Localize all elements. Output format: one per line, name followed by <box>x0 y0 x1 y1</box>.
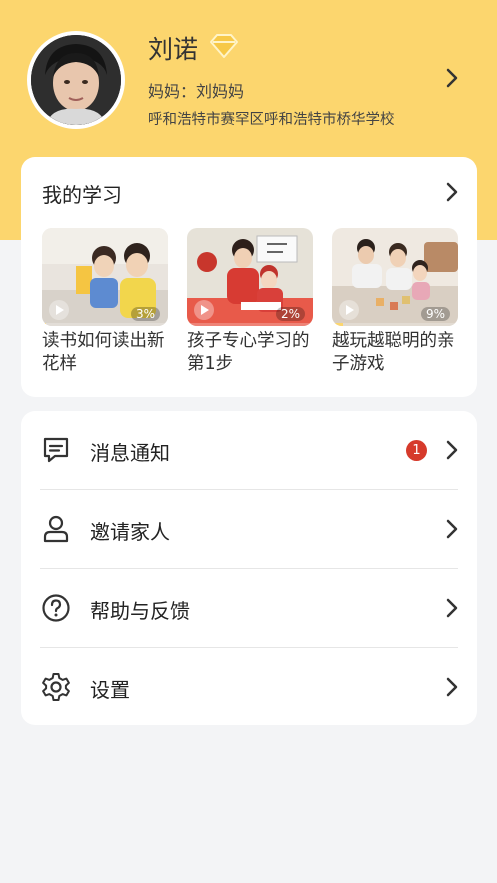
chevron-right-icon[interactable] <box>440 66 464 90</box>
person-icon <box>43 515 69 543</box>
course-thumbnail[interactable]: 9% <box>332 228 458 326</box>
progress-fill <box>42 323 46 326</box>
progress-percent: 9% <box>420 307 450 321</box>
play-icon[interactable] <box>194 300 214 320</box>
help-icon <box>42 594 70 622</box>
chevron-right-icon[interactable] <box>440 438 464 462</box>
course-title: 读书如何读出新花样 <box>42 331 165 374</box>
user-school: 呼和浩特市赛罕区呼和浩特市桥华学校 <box>148 112 395 128</box>
course-title: 孩子专心学习的第1步 <box>187 331 310 374</box>
play-icon[interactable] <box>49 300 69 320</box>
chevron-right-icon[interactable] <box>440 517 464 541</box>
progress-percent: 2% <box>275 307 305 321</box>
course-item[interactable]: 3% 读书如何读出新花样 <box>42 228 168 376</box>
menu-label: 设置 <box>90 678 130 702</box>
course-title: 越玩越聪明的亲子游戏 <box>332 331 455 374</box>
menu-label: 消息通知 <box>90 441 170 465</box>
menu-label: 帮助与反馈 <box>90 599 190 623</box>
user-name: 刘诺 <box>148 35 199 64</box>
gear-icon <box>42 673 70 701</box>
notification-badge: 1 <box>406 440 427 461</box>
course-item[interactable]: 9% 越玩越聪明的亲子游戏 <box>332 228 458 376</box>
progress-bar <box>332 323 458 326</box>
progress-bar <box>187 323 313 326</box>
menu-label: 邀请家人 <box>90 520 170 544</box>
progress-bar <box>42 323 168 326</box>
menu-item-invite-family[interactable]: 邀请家人 <box>21 490 477 568</box>
chevron-right-icon[interactable] <box>440 596 464 620</box>
course-thumbnail[interactable]: 3% <box>42 228 168 326</box>
course-item[interactable]: 2% 孩子专心学习的第1步 <box>187 228 313 376</box>
profile-section[interactable]: 刘诺 妈妈：刘妈妈 呼和浩特市赛罕区呼和浩特市桥华学校 <box>0 0 497 150</box>
section-title[interactable]: 我的学习 <box>42 179 122 208</box>
message-icon <box>43 437 69 463</box>
menu-item-help-feedback[interactable]: 帮助与反馈 <box>21 569 477 647</box>
play-icon[interactable] <box>339 300 359 320</box>
avatar[interactable] <box>27 31 125 129</box>
menu-item-settings[interactable]: 设置 <box>21 648 477 726</box>
diamond-icon <box>210 34 238 58</box>
chevron-right-icon[interactable] <box>440 180 464 204</box>
progress-percent: 3% <box>130 307 160 321</box>
progress-fill <box>187 323 190 326</box>
user-relation: 妈妈：刘妈妈 <box>148 82 245 101</box>
progress-fill <box>332 323 344 326</box>
menu-card: 消息通知 1 邀请家人 帮助与反馈 设置 <box>21 411 477 725</box>
my-study-card: 我的学习 3% 读书如何读出新花样 2% 孩子专心学习的第1步 9% 越玩越聪明… <box>21 157 477 397</box>
course-thumbnail[interactable]: 2% <box>187 228 313 326</box>
menu-item-notifications[interactable]: 消息通知 1 <box>21 411 477 489</box>
chevron-right-icon[interactable] <box>440 675 464 699</box>
